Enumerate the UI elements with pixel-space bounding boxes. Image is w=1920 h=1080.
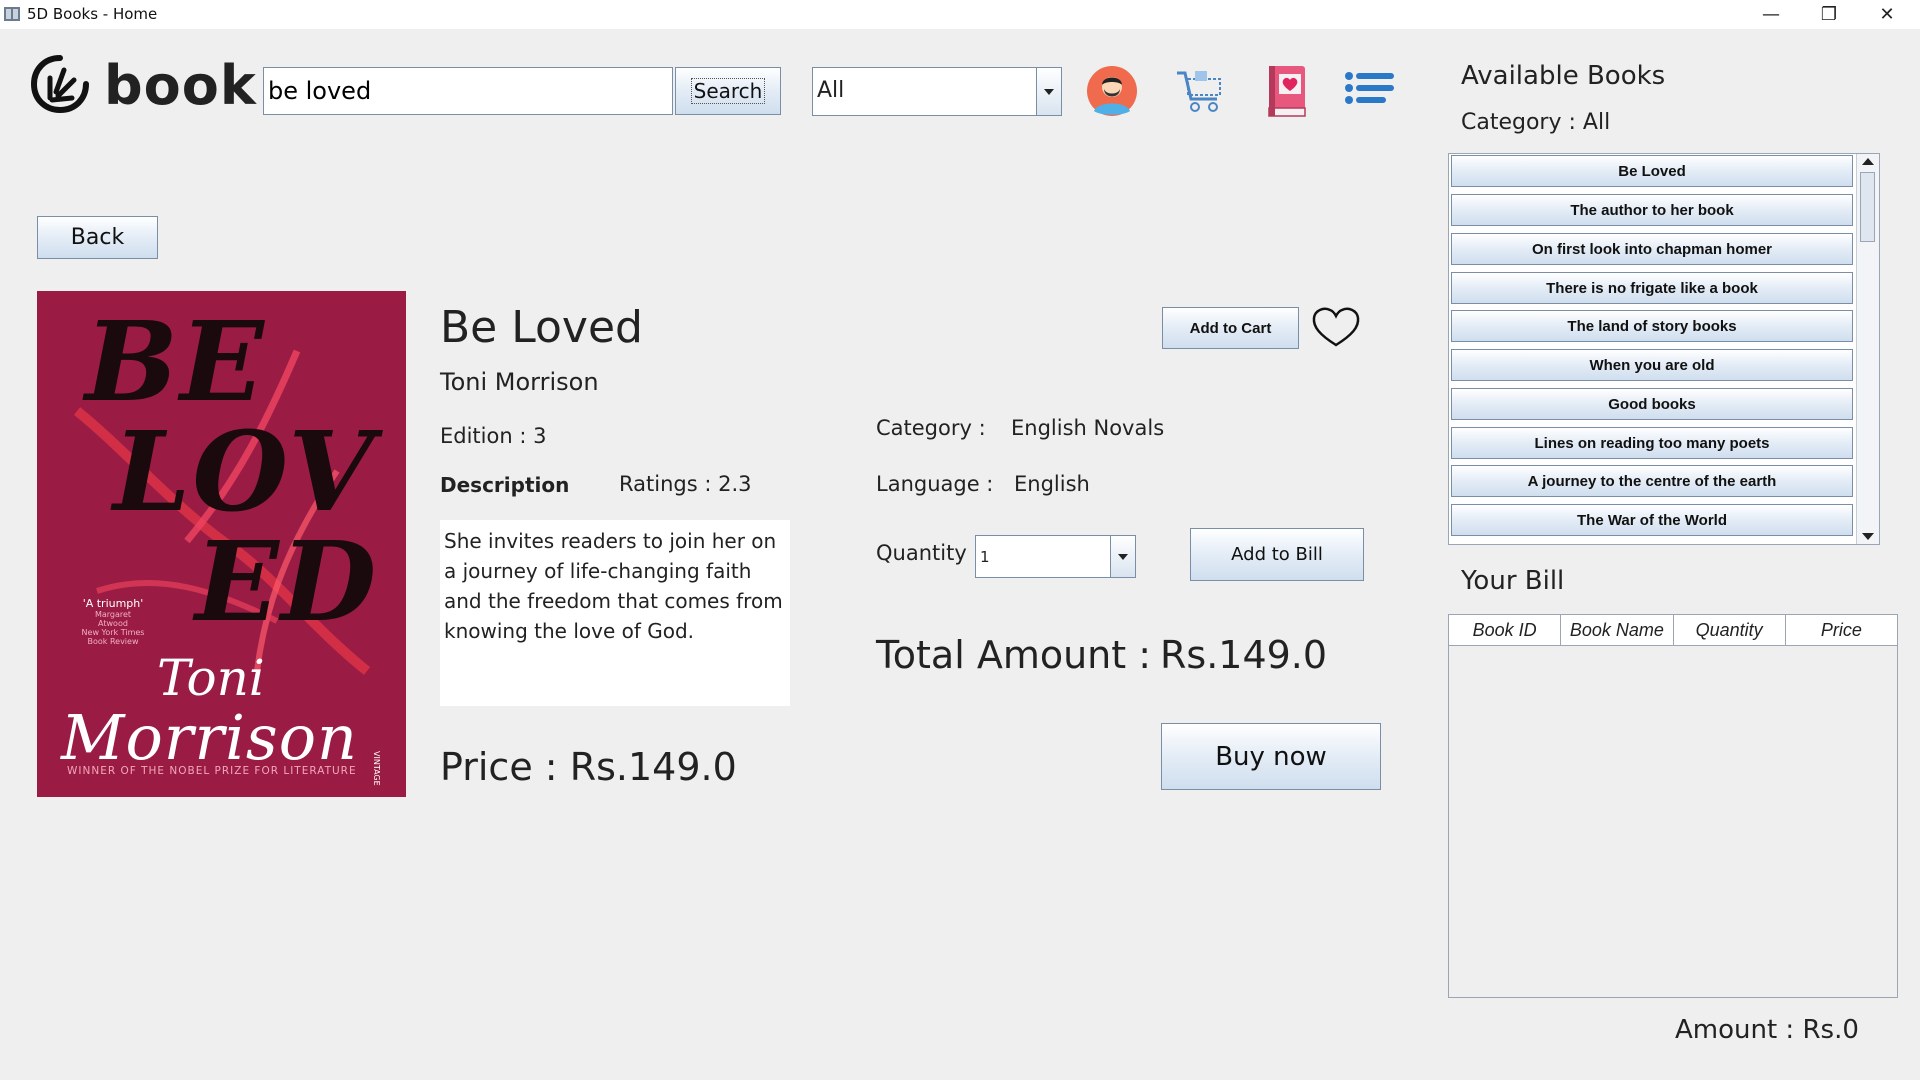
cover-quote-source: Book Review: [87, 637, 139, 646]
cover-title-line: LOV: [113, 407, 376, 536]
sidebar-category-value: All: [1582, 110, 1611, 135]
window-title: 5D Books - Home: [27, 5, 158, 23]
list-item[interactable]: There is no frigate like a book: [1451, 272, 1853, 304]
search-input[interactable]: [263, 67, 673, 115]
price: Price : Rs.149.0: [440, 745, 737, 789]
ratings-value: 2.3: [718, 472, 752, 496]
scroll-up-icon[interactable]: [1862, 158, 1874, 165]
ratings-label: Ratings :: [619, 472, 712, 496]
cover-title-line: ED: [195, 517, 379, 646]
sidebar-category: Category : All: [1461, 110, 1610, 135]
search-button[interactable]: Search: [675, 67, 781, 115]
language-value: English: [1014, 472, 1090, 496]
list-item[interactable]: The land of story books: [1451, 310, 1853, 342]
book-author: Toni Morrison: [440, 368, 599, 396]
category-value: English Novals: [1011, 416, 1165, 440]
search-button-label: Search: [690, 78, 766, 104]
available-books-list[interactable]: Be Loved The author to her book On first…: [1448, 153, 1880, 545]
buy-now-button[interactable]: Buy now: [1161, 723, 1381, 790]
cover-publisher: VINTAGE: [372, 751, 381, 786]
heart-icon[interactable]: [1310, 305, 1362, 349]
cover-author-last: Morrison: [61, 701, 358, 774]
add-to-cart-button[interactable]: Add to Cart: [1162, 307, 1299, 349]
cover-title-line: BE: [85, 297, 266, 426]
column-header[interactable]: Price: [1786, 615, 1897, 645]
price-label: Price :: [440, 745, 558, 789]
sidebar-category-label: Category :: [1461, 110, 1576, 135]
bill-amount-value: Rs.0: [1802, 1015, 1859, 1045]
profile-icon[interactable]: [1086, 65, 1138, 117]
bill-table[interactable]: Book ID Book Name Quantity Price: [1448, 614, 1898, 998]
add-to-bill-button[interactable]: Add to Bill: [1190, 528, 1364, 581]
menu-icon[interactable]: [1344, 70, 1396, 112]
book-title: Be Loved: [440, 302, 643, 353]
total-amount-value: Rs.149.0: [1160, 633, 1328, 677]
logo-text: book: [104, 54, 257, 117]
minimize-button[interactable]: —: [1742, 0, 1800, 29]
list-item[interactable]: The author to her book: [1451, 194, 1853, 226]
chevron-down-icon[interactable]: [1036, 68, 1061, 115]
scroll-thumb[interactable]: [1860, 172, 1875, 242]
cart-icon[interactable]: [1175, 67, 1225, 115]
price-value: Rs.149.0: [569, 745, 737, 789]
column-header[interactable]: Quantity: [1674, 615, 1786, 645]
category-select-value: All: [817, 78, 845, 103]
category-label: Category :: [876, 416, 986, 440]
list-item[interactable]: Lines on reading too many poets: [1451, 427, 1853, 459]
column-header[interactable]: Book Name: [1561, 615, 1674, 645]
quantity-label: Quantity: [876, 541, 967, 565]
logo-hand-icon: [28, 52, 92, 116]
list-scrollbar[interactable]: [1856, 154, 1879, 544]
description-text: She invites readers to join her on a jou…: [440, 520, 790, 706]
quantity-select-value: 1: [980, 548, 990, 566]
list-item[interactable]: The War of the World: [1451, 504, 1853, 536]
category-select[interactable]: All: [812, 67, 1062, 116]
list-item[interactable]: On first look into chapman homer: [1451, 233, 1853, 265]
app-icon: [3, 5, 21, 23]
restore-button[interactable]: ❐: [1800, 0, 1858, 29]
book-cover-image: BE LOV ED 'A triumph' Margaret Atwood Ne…: [37, 291, 406, 797]
list-item[interactable]: When you are old: [1451, 349, 1853, 381]
description-label: Description: [440, 473, 570, 497]
wishlist-book-icon[interactable]: [1265, 64, 1309, 118]
language-label: Language :: [876, 472, 994, 496]
column-header[interactable]: Book ID: [1449, 615, 1562, 645]
edition-value: 3: [533, 424, 547, 448]
chevron-down-icon[interactable]: [1110, 536, 1135, 577]
quantity-select[interactable]: 1: [975, 535, 1136, 578]
cover-footer: WINNER OF THE NOBEL PRIZE FOR LITERATURE: [67, 765, 357, 777]
list-item[interactable]: Be Loved: [1451, 155, 1853, 187]
bill-amount-label: Amount :: [1675, 1015, 1795, 1045]
list-item[interactable]: A journey to the centre of the earth: [1451, 465, 1853, 497]
cover-quote-source: Margaret Atwood: [94, 610, 132, 628]
cover-quote: 'A triumph': [82, 597, 144, 610]
ratings: Ratings : 2.3: [619, 472, 752, 496]
back-button[interactable]: Back: [37, 216, 158, 259]
your-bill-heading: Your Bill: [1461, 566, 1565, 596]
close-button[interactable]: ✕: [1858, 0, 1916, 29]
cover-author-first: Toni: [157, 649, 265, 707]
total-amount-label: Total Amount :: [876, 633, 1152, 677]
available-books-heading: Available Books: [1461, 61, 1666, 91]
edition-label-text: Edition :: [440, 424, 527, 448]
scroll-down-icon[interactable]: [1862, 533, 1874, 540]
edition-label: Edition : 3: [440, 424, 546, 448]
bill-amount: Amount : Rs.0: [1675, 1015, 1859, 1045]
bill-table-header: Book ID Book Name Quantity Price: [1449, 615, 1897, 646]
cover-quote-source: New York Times: [81, 628, 145, 637]
list-item[interactable]: Good books: [1451, 388, 1853, 420]
title-bar: 5D Books - Home — ❐ ✕: [0, 0, 1920, 29]
